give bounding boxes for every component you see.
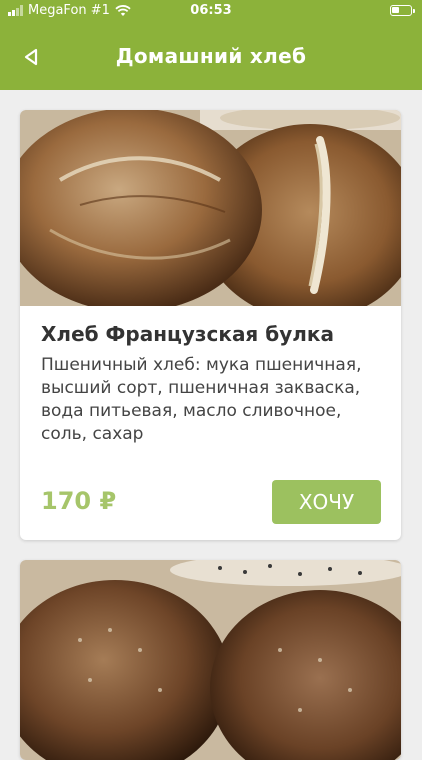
seeded-bread-photo — [20, 560, 401, 760]
app-header: MegaFon #1 06:53 Домашний хлеб — [0, 0, 422, 90]
product-description: Пшеничный хлеб: мука пшеничная, высший с… — [41, 355, 362, 444]
product-card[interactable]: Хлеб Французская булка Пшеничный хлеб: м… — [20, 110, 401, 540]
page-title: Домашний хлеб — [115, 44, 307, 68]
want-button[interactable]: ХОЧУ — [272, 480, 381, 524]
bread-photo — [20, 110, 401, 306]
product-name: Хлеб Французская булка — [41, 322, 334, 346]
status-bar: MegaFon #1 06:53 — [0, 0, 422, 22]
product-price: 170 ₽ — [41, 487, 117, 515]
status-time: 06:53 — [190, 3, 232, 18]
battery-icon — [390, 5, 415, 16]
product-card[interactable] — [20, 560, 401, 760]
